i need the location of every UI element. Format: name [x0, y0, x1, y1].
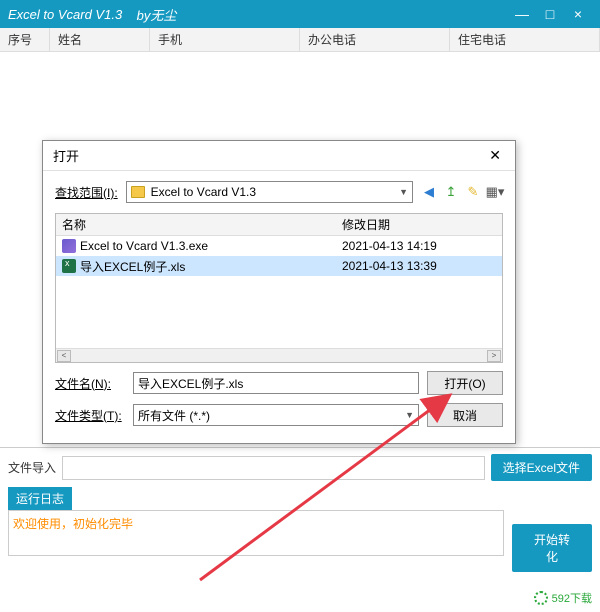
maximize-button[interactable]: □: [536, 6, 564, 22]
view-icon[interactable]: ▦▾: [487, 184, 503, 200]
app-author: by无尘: [137, 5, 177, 24]
file-date: 2021-04-13 13:39: [336, 259, 502, 273]
list-item[interactable]: Excel to Vcard V1.3.exe 2021-04-13 14:19: [56, 236, 502, 256]
table-header: 序号 姓名 手机 办公电话 住宅电话: [0, 28, 600, 52]
file-name: Excel to Vcard V1.3.exe: [80, 239, 208, 253]
filelist-col-name[interactable]: 名称: [56, 216, 336, 233]
scroll-left-button[interactable]: <: [57, 350, 71, 362]
file-import-label: 文件导入: [8, 459, 56, 476]
start-convert-button[interactable]: 开始转化: [512, 524, 592, 572]
xls-icon: [62, 259, 76, 273]
watermark-icon: [534, 591, 548, 605]
minimize-button[interactable]: —: [508, 6, 536, 22]
col-home[interactable]: 住宅电话: [450, 28, 600, 51]
col-office[interactable]: 办公电话: [300, 28, 450, 51]
file-date: 2021-04-13 14:19: [336, 239, 502, 253]
filetype-select[interactable]: 所有文件 (*.*) ▼: [133, 404, 419, 426]
open-file-dialog: 打开 ✕ 查找范围(I): Excel to Vcard V1.3 ▼ ◀ ↥ …: [42, 140, 516, 444]
file-list: 名称 修改日期 Excel to Vcard V1.3.exe 2021-04-…: [55, 213, 503, 363]
app-title: Excel to Vcard V1.3: [8, 7, 122, 22]
col-mobile[interactable]: 手机: [150, 28, 300, 51]
dialog-title: 打开: [53, 146, 485, 165]
filename-label: 文件名(N):: [55, 375, 125, 392]
col-name[interactable]: 姓名: [50, 28, 150, 51]
cancel-button[interactable]: 取消: [427, 403, 503, 427]
select-excel-button[interactable]: 选择Excel文件: [491, 454, 592, 481]
filetype-value: 所有文件 (*.*): [138, 407, 210, 424]
chevron-down-icon: ▼: [405, 410, 414, 420]
log-output: 欢迎使用，初始化完毕: [8, 510, 504, 556]
list-item[interactable]: 导入EXCEL例子.xls 2021-04-13 13:39: [56, 256, 502, 276]
folder-name: Excel to Vcard V1.3: [151, 185, 393, 199]
filelist-col-date[interactable]: 修改日期: [336, 216, 502, 233]
close-button[interactable]: ×: [564, 6, 592, 22]
exe-icon: [62, 239, 76, 253]
watermark-text: 592下载: [552, 590, 592, 606]
bottom-panel: 文件导入 选择Excel文件 运行日志 欢迎使用，初始化完毕 开始转化: [0, 448, 600, 578]
horizontal-scrollbar[interactable]: < >: [56, 348, 502, 362]
chevron-down-icon: ▼: [399, 187, 408, 197]
folder-combo[interactable]: Excel to Vcard V1.3 ▼: [126, 181, 413, 203]
file-name: 导入EXCEL例子.xls: [80, 258, 185, 275]
col-index[interactable]: 序号: [0, 28, 50, 51]
filetype-label: 文件类型(T):: [55, 407, 125, 424]
dialog-close-button[interactable]: ✕: [485, 147, 505, 164]
back-icon[interactable]: ◀: [421, 184, 437, 200]
up-icon[interactable]: ↥: [443, 184, 459, 200]
runlog-label: 运行日志: [8, 487, 72, 510]
watermark: 592下载: [534, 590, 592, 606]
folder-icon: [131, 186, 145, 198]
new-folder-icon[interactable]: ✎: [465, 184, 481, 200]
scroll-right-button[interactable]: >: [487, 350, 501, 362]
filename-input[interactable]: [133, 372, 419, 394]
open-button[interactable]: 打开(O): [427, 371, 503, 395]
file-path-field[interactable]: [62, 456, 485, 480]
lookin-label: 查找范围(I):: [55, 184, 118, 201]
title-bar: Excel to Vcard V1.3 by无尘 — □ ×: [0, 0, 600, 28]
